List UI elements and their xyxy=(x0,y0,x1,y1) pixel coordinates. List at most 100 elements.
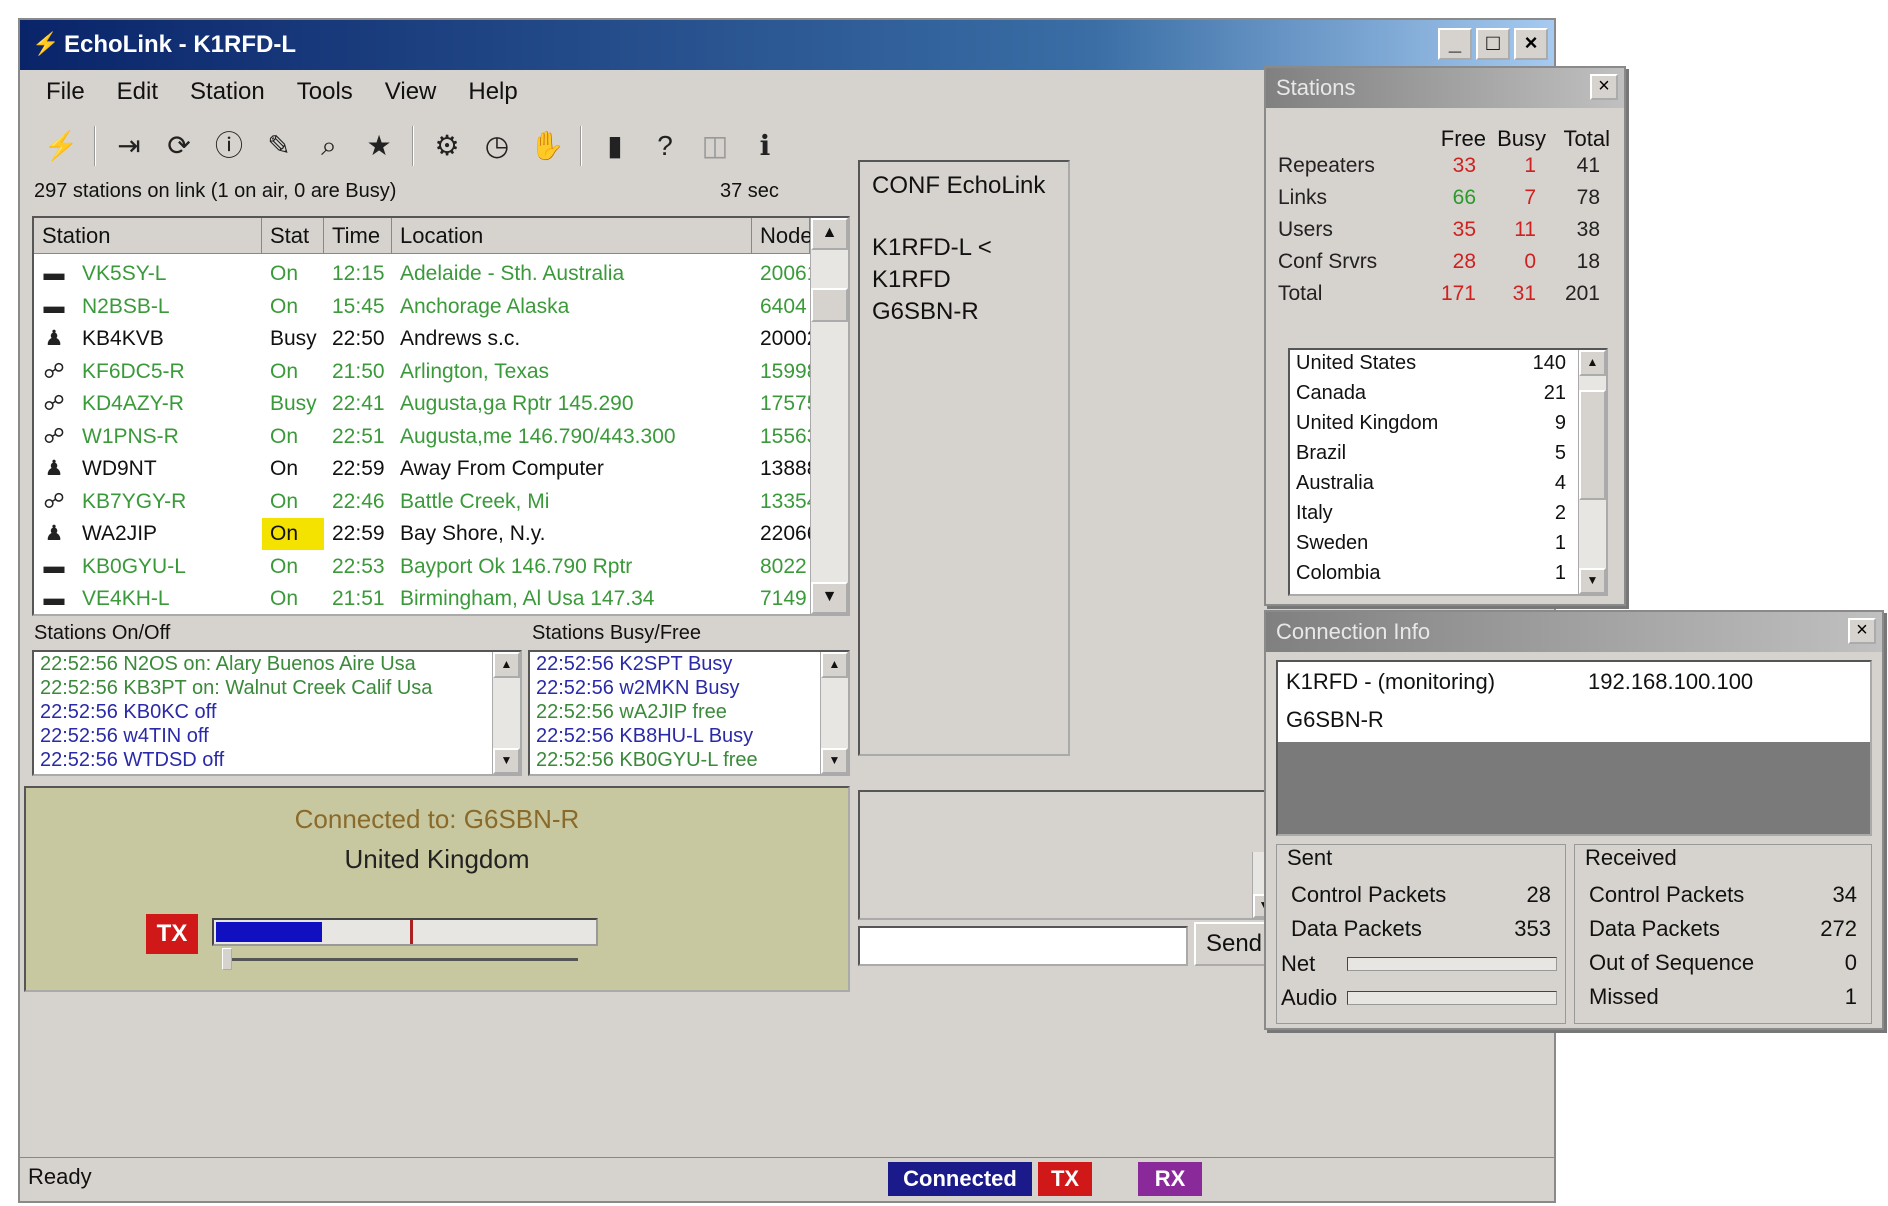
col-station[interactable]: Station xyxy=(34,218,262,253)
busyfree-scrollbar[interactable]: ▲ ▼ xyxy=(820,652,848,774)
scroll-up-button[interactable]: ▲ xyxy=(493,652,520,678)
scroll-thumb[interactable] xyxy=(1579,390,1606,500)
country-row[interactable]: Canada 21 xyxy=(1296,382,1566,410)
country-count: 1 xyxy=(1554,562,1566,584)
chat-input[interactable] xyxy=(858,926,1188,966)
favorites-icon[interactable]: ★ xyxy=(356,123,402,169)
connection-row[interactable]: G6SBN-R xyxy=(1278,702,1870,738)
col-time[interactable]: Time xyxy=(324,218,392,253)
menu-view[interactable]: View xyxy=(369,72,453,112)
conference-member: K1RFD-L < xyxy=(872,234,992,261)
stats-total: 18 xyxy=(1576,250,1600,273)
station-status: On xyxy=(270,489,299,513)
echolink-icon: ⚡ xyxy=(32,31,60,56)
info-icon[interactable]: ⓘ xyxy=(206,123,252,169)
station-node: 13354 xyxy=(760,489,810,513)
title-bar[interactable]: ⚡ EchoLink - K1RFD-L _ □ × xyxy=(20,20,1554,70)
maximize-button[interactable]: □ xyxy=(1476,28,1510,60)
station-node: 15563 xyxy=(760,424,810,448)
lock-icon[interactable]: ◫ xyxy=(692,123,738,169)
col-location[interactable]: Location xyxy=(392,218,752,253)
station-row[interactable]: ▬ KB0GYU-L On 22:53 Bayport Ok 146.790 Rptr 8… xyxy=(34,551,810,583)
country-row[interactable]: United States 140 xyxy=(1296,352,1566,380)
hand-icon[interactable]: ✋ xyxy=(524,123,570,169)
log-line: 22:52:56 K2SPT Busy xyxy=(536,653,733,675)
menu-station[interactable]: Station xyxy=(174,72,281,112)
chart-icon[interactable]: ▮ xyxy=(592,123,638,169)
country-name: United Kingdom xyxy=(1296,412,1439,434)
country-list[interactable]: United States 140 Canada 21 United Kingdom 9 B… xyxy=(1288,348,1608,596)
station-row[interactable]: ☍ KB7YGY-R On 22:46 Battle Creek, Mi 13354 xyxy=(34,486,810,518)
connect-icon[interactable]: ⚡ xyxy=(38,123,84,169)
audio-meter xyxy=(1347,991,1557,1005)
country-count: 5 xyxy=(1554,442,1566,464)
connection-row[interactable]: K1RFD - (monitoring) 192.168.100.100 xyxy=(1278,662,1870,702)
scroll-down-button[interactable]: ▼ xyxy=(493,748,520,774)
log-line: 22:52:56 KB0KC off xyxy=(40,701,217,723)
station-callsign: N2BSB-L xyxy=(82,294,170,318)
onoff-scrollbar[interactable]: ▲ ▼ xyxy=(492,652,520,774)
reconnect-icon[interactable]: ⟳ xyxy=(156,123,202,169)
menu-tools[interactable]: Tools xyxy=(281,72,369,112)
scroll-up-button[interactable]: ▲ xyxy=(821,652,848,678)
country-row[interactable]: Sweden 1 xyxy=(1296,532,1566,560)
minimize-button[interactable]: _ xyxy=(1438,28,1472,60)
stats-busy: 11 xyxy=(1514,218,1536,241)
send-button[interactable]: Send xyxy=(1194,922,1274,966)
menu-edit[interactable]: Edit xyxy=(101,72,174,112)
scroll-up-button[interactable]: ▲ xyxy=(811,218,848,250)
country-count: 4 xyxy=(1554,472,1566,494)
conn-close-button[interactable]: × xyxy=(1848,618,1876,644)
help-icon[interactable]: ? xyxy=(642,123,688,169)
about-icon[interactable]: ℹ xyxy=(742,123,788,169)
station-row[interactable]: ☍ KD4AZY-R Busy 22:41 Augusta,ga Rptr 145.29… xyxy=(34,388,810,420)
scroll-thumb[interactable] xyxy=(811,288,848,322)
country-name: Brazil xyxy=(1296,442,1347,464)
station-row[interactable]: ▬ VK5SY-L On 12:15 Adelaide - Sth. Australia… xyxy=(34,258,811,290)
country-row[interactable]: Italy 2 xyxy=(1296,502,1566,530)
link-icon: ▬ xyxy=(43,554,65,578)
conn-window-title[interactable]: Connection Info xyxy=(1266,612,1882,652)
find-icon[interactable]: ⌕ xyxy=(306,123,352,169)
country-row[interactable]: Colombia 1 xyxy=(1296,562,1566,590)
country-row[interactable]: Brazil 5 xyxy=(1296,442,1566,470)
close-button[interactable]: × xyxy=(1514,28,1548,60)
chat-history[interactable]: ▼ xyxy=(858,790,1278,920)
station-row[interactable]: ▬ N2BSB-L On 15:45 Anchorage Alaska 6404 xyxy=(34,291,810,323)
audio-level-meter xyxy=(212,918,598,946)
station-row[interactable]: ♟ KB4KVB Busy 22:50 Andrews s.c. 200026 xyxy=(34,323,810,355)
scroll-down-button[interactable]: ▼ xyxy=(1579,568,1606,594)
station-row[interactable]: ▬ VE4KH-L On 21:51 Birmingham, Al Usa 147.34… xyxy=(34,583,810,615)
col-stat[interactable]: Stat xyxy=(262,218,324,253)
edit-icon[interactable]: ✎ xyxy=(256,123,302,169)
squelch-slider-track[interactable] xyxy=(222,958,578,961)
scroll-down-button[interactable]: ▼ xyxy=(821,748,848,774)
stats-busy: 0 xyxy=(1524,250,1536,273)
audio-level-fill xyxy=(216,922,322,942)
connection-empty-area xyxy=(1278,742,1870,834)
station-row[interactable]: ♟ WA2JIP On 22:59 Bay Shore, N.y. 22066 xyxy=(34,518,810,550)
station-row[interactable]: ☍ W1PNS-R On 22:51 Augusta,me 146.790/443.30… xyxy=(34,421,810,453)
station-row[interactable]: ☍ KF6DC5-R On 21:50 Arlington, Texas 159985 xyxy=(34,356,810,388)
disconnect-icon[interactable]: ⇥ xyxy=(106,123,152,169)
menu-help[interactable]: Help xyxy=(452,72,533,112)
settings-icon[interactable]: ⚙ xyxy=(424,123,470,169)
station-list-scrollbar[interactable]: ▲ ▼ xyxy=(810,218,848,614)
country-row[interactable]: United Kingdom 9 xyxy=(1296,412,1566,440)
menu-file[interactable]: File xyxy=(30,72,101,112)
stats-window-title[interactable]: Stations xyxy=(1266,68,1624,108)
stats-close-button[interactable]: × xyxy=(1590,74,1618,100)
conference-text-area[interactable]: CONF EchoLink K1RFD-L < K1RFD G6SBN-R xyxy=(858,160,1070,756)
net-label: Net xyxy=(1281,951,1316,976)
country-scrollbar[interactable]: ▲ ▼ xyxy=(1578,350,1606,594)
stats-label: Total xyxy=(1278,282,1323,305)
col-node[interactable]: Node xyxy=(752,218,813,253)
station-row[interactable]: ♟ WD9NT On 22:59 Away From Computer 13888 xyxy=(34,453,810,485)
country-row[interactable]: Australia 4 xyxy=(1296,472,1566,500)
scroll-up-button[interactable]: ▲ xyxy=(1579,350,1606,376)
squelch-slider-thumb[interactable] xyxy=(222,948,232,970)
timer-icon[interactable]: ◷ xyxy=(474,123,520,169)
onoff-log: 22:52:56 N2OS on: Alary Buenos Aire Usa 2… xyxy=(32,650,522,776)
stats-busy: 1 xyxy=(1524,154,1536,177)
scroll-down-button[interactable]: ▼ xyxy=(811,582,848,614)
